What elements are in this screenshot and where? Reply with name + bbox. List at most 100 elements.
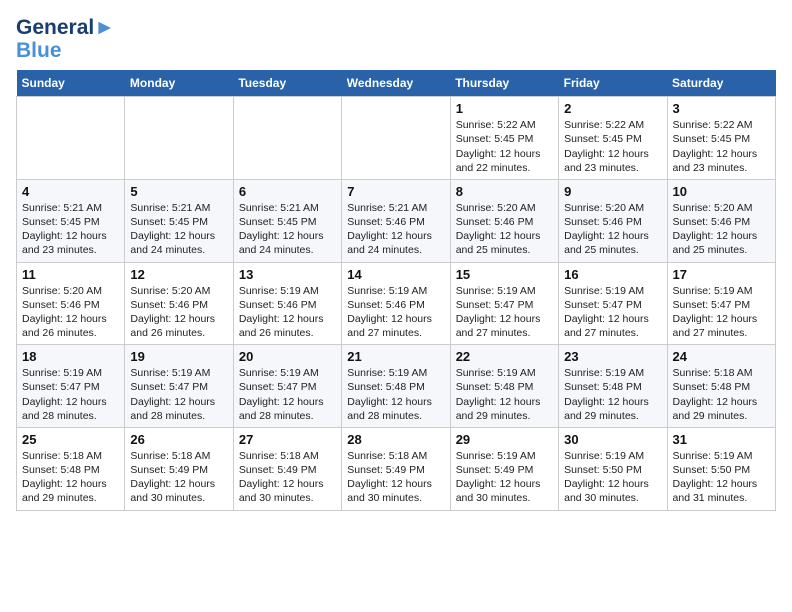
day-number: 28 — [347, 432, 444, 447]
weekday-header-thursday: Thursday — [450, 70, 558, 97]
day-info: Sunrise: 5:19 AM Sunset: 5:46 PM Dayligh… — [239, 284, 336, 341]
day-info: Sunrise: 5:19 AM Sunset: 5:50 PM Dayligh… — [564, 449, 661, 506]
day-info: Sunrise: 5:19 AM Sunset: 5:46 PM Dayligh… — [347, 284, 444, 341]
day-number: 25 — [22, 432, 119, 447]
day-cell: 4 Sunrise: 5:21 AM Sunset: 5:45 PM Daylig… — [17, 179, 125, 262]
day-cell: 14 Sunrise: 5:19 AM Sunset: 5:46 PM Dayli… — [342, 262, 450, 345]
weekday-header-friday: Friday — [559, 70, 667, 97]
day-number: 8 — [456, 184, 553, 199]
day-number: 31 — [673, 432, 770, 447]
day-cell: 10 Sunrise: 5:20 AM Sunset: 5:46 PM Dayli… — [667, 179, 775, 262]
week-row-2: 4 Sunrise: 5:21 AM Sunset: 5:45 PM Daylig… — [17, 179, 776, 262]
week-row-4: 18 Sunrise: 5:19 AM Sunset: 5:47 PM Dayli… — [17, 345, 776, 428]
day-number: 4 — [22, 184, 119, 199]
day-info: Sunrise: 5:20 AM Sunset: 5:46 PM Dayligh… — [130, 284, 227, 341]
day-cell: 16 Sunrise: 5:19 AM Sunset: 5:47 PM Dayli… — [559, 262, 667, 345]
day-number: 10 — [673, 184, 770, 199]
day-info: Sunrise: 5:19 AM Sunset: 5:48 PM Dayligh… — [456, 366, 553, 423]
day-number: 6 — [239, 184, 336, 199]
day-cell: 25 Sunrise: 5:18 AM Sunset: 5:48 PM Dayli… — [17, 427, 125, 510]
day-info: Sunrise: 5:22 AM Sunset: 5:45 PM Dayligh… — [564, 118, 661, 175]
day-cell: 9 Sunrise: 5:20 AM Sunset: 5:46 PM Daylig… — [559, 179, 667, 262]
day-info: Sunrise: 5:20 AM Sunset: 5:46 PM Dayligh… — [456, 201, 553, 258]
day-cell: 12Sunrise: 5:20 AM Sunset: 5:46 PM Dayli… — [125, 262, 233, 345]
day-info: Sunrise: 5:19 AM Sunset: 5:48 PM Dayligh… — [347, 366, 444, 423]
day-number: 26 — [130, 432, 227, 447]
day-cell: 27Sunrise: 5:18 AM Sunset: 5:49 PM Dayli… — [233, 427, 341, 510]
page-header: General► Blue — [16, 16, 776, 62]
day-number: 3 — [673, 101, 770, 116]
day-info: Sunrise: 5:19 AM Sunset: 5:47 PM Dayligh… — [22, 366, 119, 423]
day-info: Sunrise: 5:20 AM Sunset: 5:46 PM Dayligh… — [22, 284, 119, 341]
day-number: 21 — [347, 349, 444, 364]
day-cell: 5Sunrise: 5:21 AM Sunset: 5:45 PM Daylig… — [125, 179, 233, 262]
week-row-3: 11 Sunrise: 5:20 AM Sunset: 5:46 PM Dayli… — [17, 262, 776, 345]
day-number: 11 — [22, 267, 119, 282]
week-row-1: 1 Sunrise: 5:22 AM Sunset: 5:45 PM Daylig… — [17, 97, 776, 180]
day-number: 17 — [673, 267, 770, 282]
day-cell: 2 Sunrise: 5:22 AM Sunset: 5:45 PM Daylig… — [559, 97, 667, 180]
day-info: Sunrise: 5:19 AM Sunset: 5:47 PM Dayligh… — [239, 366, 336, 423]
day-number: 24 — [673, 349, 770, 364]
day-cell: 1 Sunrise: 5:22 AM Sunset: 5:45 PM Daylig… — [450, 97, 558, 180]
day-info: Sunrise: 5:20 AM Sunset: 5:46 PM Dayligh… — [673, 201, 770, 258]
day-info: Sunrise: 5:19 AM Sunset: 5:48 PM Dayligh… — [564, 366, 661, 423]
weekday-header-tuesday: Tuesday — [233, 70, 341, 97]
week-row-5: 25 Sunrise: 5:18 AM Sunset: 5:48 PM Dayli… — [17, 427, 776, 510]
weekday-header-sunday: Sunday — [17, 70, 125, 97]
calendar-table: SundayMondayTuesdayWednesdayThursdayFrid… — [16, 70, 776, 510]
day-number: 19 — [130, 349, 227, 364]
day-cell — [125, 97, 233, 180]
day-cell: 26 Sunrise: 5:18 AM Sunset: 5:49 PM Dayli… — [125, 427, 233, 510]
day-info: Sunrise: 5:18 AM Sunset: 5:49 PM Dayligh… — [347, 449, 444, 506]
day-cell: 13 Sunrise: 5:19 AM Sunset: 5:46 PM Dayli… — [233, 262, 341, 345]
day-info: Sunrise: 5:21 AM Sunset: 5:45 PM Dayligh… — [239, 201, 336, 258]
day-number: 15 — [456, 267, 553, 282]
day-number: 22 — [456, 349, 553, 364]
weekday-header-wednesday: Wednesday — [342, 70, 450, 97]
weekday-header-saturday: Saturday — [667, 70, 775, 97]
day-info: Sunrise: 5:21 AM Sunset: 5:45 PM Dayligh… — [22, 201, 119, 258]
logo: General► Blue — [16, 16, 115, 62]
day-number: 23 — [564, 349, 661, 364]
day-cell — [233, 97, 341, 180]
day-number: 5 — [130, 184, 227, 199]
day-cell — [342, 97, 450, 180]
day-info: Sunrise: 5:18 AM Sunset: 5:48 PM Dayligh… — [22, 449, 119, 506]
day-number: 1 — [456, 101, 553, 116]
day-number: 27 — [239, 432, 336, 447]
logo-text: General► — [16, 16, 115, 39]
logo-blue: Blue — [16, 39, 115, 62]
day-number: 9 — [564, 184, 661, 199]
day-cell: 29 Sunrise: 5:19 AM Sunset: 5:49 PM Dayli… — [450, 427, 558, 510]
day-cell: 24 Sunrise: 5:18 AM Sunset: 5:48 PM Dayli… — [667, 345, 775, 428]
day-number: 13 — [239, 267, 336, 282]
day-number: 16 — [564, 267, 661, 282]
day-number: 7 — [347, 184, 444, 199]
day-cell: 19 Sunrise: 5:19 AM Sunset: 5:47 PM Dayli… — [125, 345, 233, 428]
day-cell: 3 Sunrise: 5:22 AM Sunset: 5:45 PM Daylig… — [667, 97, 775, 180]
day-cell: 6 Sunrise: 5:21 AM Sunset: 5:45 PM Daylig… — [233, 179, 341, 262]
day-cell: 28 Sunrise: 5:18 AM Sunset: 5:49 PM Dayli… — [342, 427, 450, 510]
day-number: 2 — [564, 101, 661, 116]
day-info: Sunrise: 5:22 AM Sunset: 5:45 PM Dayligh… — [456, 118, 553, 175]
day-number: 30 — [564, 432, 661, 447]
header-row: SundayMondayTuesdayWednesdayThursdayFrid… — [17, 70, 776, 97]
day-info: Sunrise: 5:19 AM Sunset: 5:50 PM Dayligh… — [673, 449, 770, 506]
day-info: Sunrise: 5:19 AM Sunset: 5:47 PM Dayligh… — [456, 284, 553, 341]
day-cell: 21 Sunrise: 5:19 AM Sunset: 5:48 PM Dayli… — [342, 345, 450, 428]
day-info: Sunrise: 5:19 AM Sunset: 5:47 PM Dayligh… — [564, 284, 661, 341]
day-cell: 17Sunrise: 5:19 AM Sunset: 5:47 PM Dayli… — [667, 262, 775, 345]
day-number: 14 — [347, 267, 444, 282]
day-info: Sunrise: 5:18 AM Sunset: 5:48 PM Dayligh… — [673, 366, 770, 423]
day-cell: 7 Sunrise: 5:21 AM Sunset: 5:46 PM Daylig… — [342, 179, 450, 262]
day-info: Sunrise: 5:21 AM Sunset: 5:46 PM Dayligh… — [347, 201, 444, 258]
day-info: Sunrise: 5:20 AM Sunset: 5:46 PM Dayligh… — [564, 201, 661, 258]
day-info: Sunrise: 5:22 AM Sunset: 5:45 PM Dayligh… — [673, 118, 770, 175]
day-info: Sunrise: 5:19 AM Sunset: 5:47 PM Dayligh… — [130, 366, 227, 423]
day-info: Sunrise: 5:19 AM Sunset: 5:49 PM Dayligh… — [456, 449, 553, 506]
day-number: 18 — [22, 349, 119, 364]
day-cell: 31 Sunrise: 5:19 AM Sunset: 5:50 PM Dayli… — [667, 427, 775, 510]
day-info: Sunrise: 5:18 AM Sunset: 5:49 PM Dayligh… — [130, 449, 227, 506]
day-number: 29 — [456, 432, 553, 447]
